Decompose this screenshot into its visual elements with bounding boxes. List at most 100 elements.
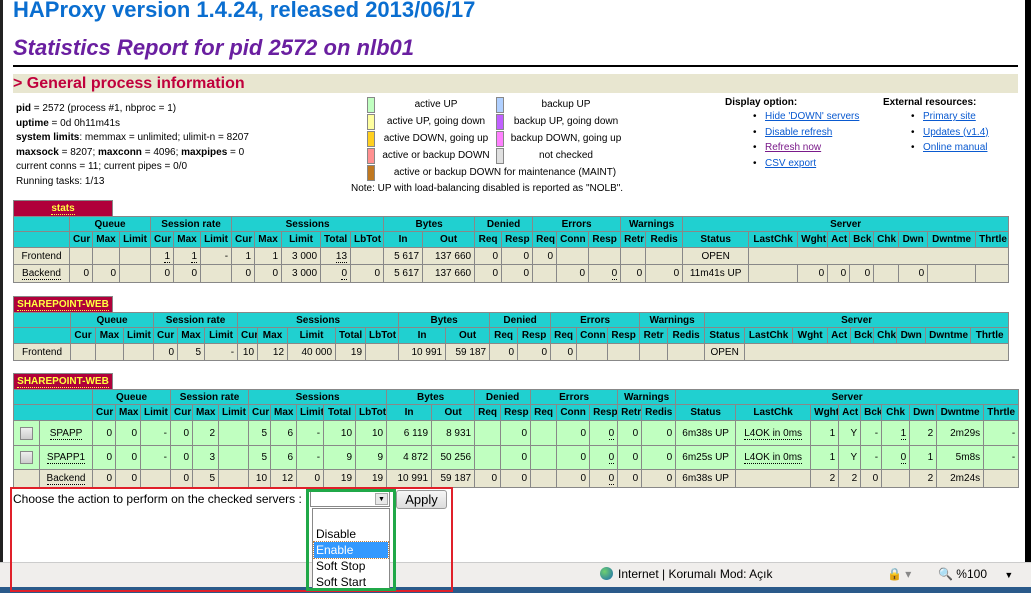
cell-value: 6m38s UP bbox=[682, 473, 729, 484]
column-header-lbtot: LbTot bbox=[355, 404, 388, 421]
cell-value[interactable]: 0 bbox=[611, 268, 618, 280]
column-header-bck: Bck bbox=[860, 404, 883, 421]
cell-value[interactable]: 0 bbox=[608, 473, 615, 485]
cell-dwn: 1 bbox=[909, 445, 938, 470]
proxy-name-tab[interactable]: SHAREPOINT-WEB bbox=[13, 296, 113, 312]
cell-value[interactable]: 1 bbox=[164, 250, 171, 263]
cell-req: 0 bbox=[474, 264, 503, 283]
cell-value: - bbox=[230, 346, 235, 358]
server-checkbox[interactable] bbox=[20, 451, 33, 464]
column-header-cur: Cur bbox=[70, 327, 96, 344]
legend-swatch bbox=[367, 165, 375, 181]
cell-value[interactable]: L4OK in 0ms bbox=[744, 427, 803, 440]
row-name[interactable]: SPAPP1 bbox=[46, 452, 86, 464]
cell-value: 10 991 bbox=[397, 473, 429, 484]
column-header-limit: Limit bbox=[287, 327, 337, 344]
cell-value[interactable]: 1 bbox=[191, 250, 198, 263]
cell-req bbox=[474, 445, 502, 470]
cell-req: 0 bbox=[550, 343, 578, 361]
version-title: HAProxy version 1.4.24, released 2013/06… bbox=[13, 0, 476, 22]
external-resource-link[interactable]: Online manual bbox=[923, 142, 987, 153]
cell-max: 12 bbox=[257, 343, 289, 361]
cell-value: 4 872 bbox=[403, 452, 429, 463]
column-header-bck: Bck bbox=[849, 231, 875, 248]
zoom-level[interactable]: 🔍 %100 ▼ bbox=[938, 567, 1013, 581]
protected-mode-icon[interactable]: 🔒 ▾ bbox=[887, 567, 911, 581]
cell-lastchk bbox=[735, 469, 812, 488]
column-header-cur: Cur bbox=[248, 404, 272, 421]
cell-out: 59 187 bbox=[445, 343, 491, 361]
display-option-link[interactable]: Disable refresh bbox=[765, 127, 832, 138]
magnifier-icon: 🔍 bbox=[938, 567, 953, 581]
cell-value[interactable]: L4OK in 0ms bbox=[744, 452, 803, 464]
external-resource-item: • Online manual bbox=[911, 142, 987, 153]
legend-swatch bbox=[367, 97, 375, 113]
cell-value: - bbox=[1011, 427, 1016, 439]
column-group-errors: Errors bbox=[532, 216, 622, 232]
chevron-down-icon[interactable]: ▼ bbox=[1004, 570, 1013, 580]
cell-status: 6m38s UP bbox=[675, 469, 737, 488]
column-header-cur: Cur bbox=[92, 404, 116, 421]
display-option-link[interactable]: CSV export bbox=[765, 158, 816, 169]
column-header-limit: Limit bbox=[218, 404, 250, 421]
cell-value[interactable]: 0 bbox=[608, 452, 615, 464]
server-empty-cell bbox=[748, 247, 1010, 265]
cell-value[interactable]: 1 bbox=[900, 427, 907, 440]
cell-value: 0 bbox=[106, 452, 112, 463]
server-checkbox[interactable] bbox=[20, 426, 33, 440]
cell-value: 5 bbox=[209, 473, 216, 484]
cell-value: - bbox=[316, 452, 321, 463]
cell-conn: 0 bbox=[556, 445, 591, 470]
external-resource-link[interactable]: Updates (v1.4) bbox=[923, 127, 989, 138]
column-header-limit: Limit bbox=[281, 231, 322, 248]
limits-value: : memmax = unlimited; ulimit-n = 8207 bbox=[79, 132, 249, 143]
cell-value: 12 bbox=[272, 346, 285, 358]
cell-value[interactable]: 13 bbox=[335, 250, 348, 263]
legend-swatch bbox=[367, 131, 375, 147]
column-header-retr: Retr bbox=[617, 404, 643, 421]
column-header-max: Max bbox=[115, 404, 141, 421]
table-column-header-row: Cur Max Limit Cur Max Limit Cur Max Limit Total Lb… bbox=[13, 404, 1020, 421]
external-resource-link[interactable]: Primary site bbox=[923, 111, 976, 122]
row-name[interactable]: Backend bbox=[22, 268, 61, 280]
column-group-sessions: Sessions bbox=[237, 312, 400, 328]
cell-value: 0 bbox=[547, 250, 554, 262]
security-zone[interactable]: Internet | Korumalı Mod: Açık bbox=[600, 567, 773, 581]
bullet-icon: • bbox=[753, 142, 757, 153]
cell-value: 0 bbox=[110, 268, 116, 279]
row-name[interactable]: SPAPP bbox=[49, 427, 83, 440]
cell-limit bbox=[118, 264, 152, 283]
column-header-req: Req bbox=[550, 327, 578, 344]
display-options-title: Display option: bbox=[725, 97, 798, 108]
cell-value[interactable]: 0 bbox=[341, 268, 348, 280]
highlight-box-green bbox=[306, 489, 396, 591]
proxy-name-tab[interactable]: stats bbox=[13, 200, 113, 216]
cell-conn bbox=[556, 247, 590, 265]
legend-label: active or backup DOWN bbox=[382, 150, 490, 161]
display-option-link[interactable]: Refresh now bbox=[765, 142, 821, 153]
header-blank bbox=[13, 216, 70, 232]
cell-value: 12 bbox=[281, 473, 294, 484]
cell-value: - bbox=[316, 427, 321, 439]
legend-swatch bbox=[367, 114, 375, 130]
section-title: > General process information bbox=[13, 74, 1018, 93]
cell-value: 0 bbox=[314, 473, 321, 484]
cell-value: 0 bbox=[131, 452, 137, 463]
proxy-name-tab[interactable]: SHAREPOINT-WEB bbox=[13, 373, 113, 389]
window-scrollbar[interactable] bbox=[1025, 0, 1031, 562]
column-header-total: Total bbox=[320, 231, 352, 248]
display-option-link[interactable]: Hide 'DOWN' servers bbox=[765, 111, 859, 122]
cell-value: 0 bbox=[541, 346, 548, 358]
header-blank bbox=[13, 312, 71, 328]
cell-wght: 2 bbox=[810, 469, 840, 488]
cell-value[interactable]: 0 bbox=[900, 452, 907, 464]
cell-total: 13 bbox=[320, 247, 352, 265]
cell-value: 10 991 bbox=[411, 346, 443, 358]
column-header-thrtle: Thrtle bbox=[983, 404, 1020, 421]
current-conns: current conns = 11; current pipes = 0/0 bbox=[16, 161, 188, 172]
row-name[interactable]: Backend bbox=[46, 473, 86, 485]
cell-value: 3 000 bbox=[292, 268, 318, 279]
cell-value: - bbox=[874, 427, 879, 439]
column-header-dwn: Dwn bbox=[909, 404, 938, 421]
cell-value[interactable]: 0 bbox=[608, 427, 615, 440]
